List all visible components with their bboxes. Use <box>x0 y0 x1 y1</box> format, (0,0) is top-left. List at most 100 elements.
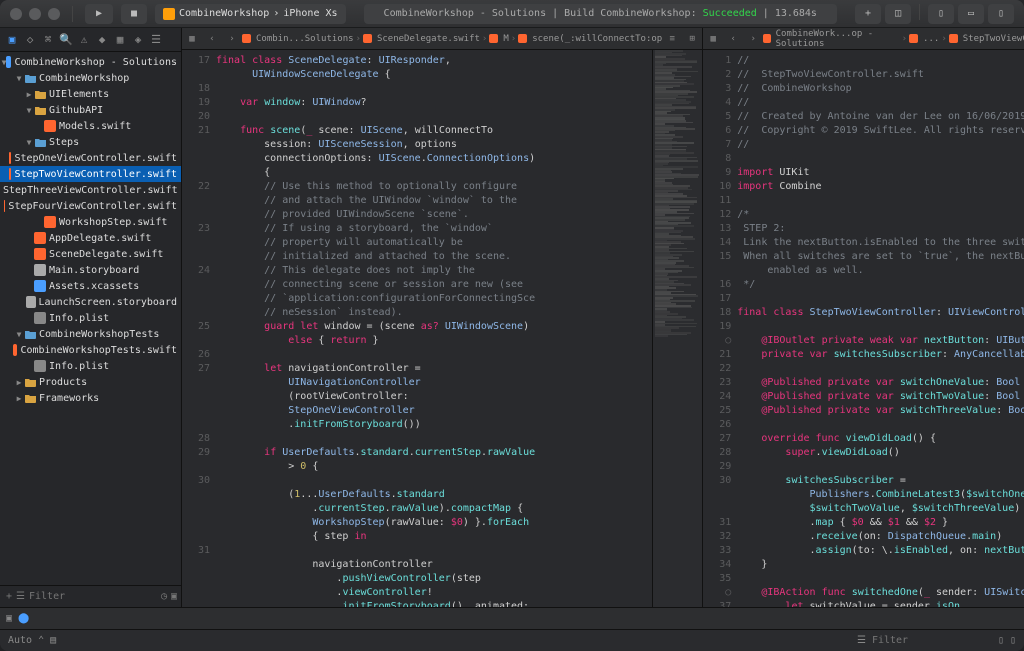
tree-row[interactable]: ▼GithubAPI <box>0 102 181 118</box>
tree-row[interactable]: StepOneViewController.swift <box>0 150 181 166</box>
tree-label: Models.swift <box>59 121 131 132</box>
find-nav-tab[interactable]: 🔍 <box>58 32 74 48</box>
tree-row[interactable]: ▼CombineWorkshop - Solutions <box>0 54 181 70</box>
tree-row[interactable]: Info.plist <box>0 358 181 374</box>
jumpbar-left[interactable]: ▦ ‹ › Combin...Solutions›SceneDelegate.s… <box>182 28 702 50</box>
symbol-nav-tab[interactable]: ⌘ <box>40 32 56 48</box>
breakpoint-nav-tab[interactable]: ◈ <box>130 32 146 48</box>
editor-area: ▦ ‹ › Combin...Solutions›SceneDelegate.s… <box>182 28 1024 607</box>
minimize-window[interactable] <box>29 8 41 20</box>
breakpoint-toggle[interactable]: ⬤ <box>18 613 29 624</box>
related-items[interactable]: ▦ <box>703 34 723 44</box>
tree-label: SceneDelegate.swift <box>49 249 163 260</box>
debug-nav-tab[interactable]: ▦ <box>112 32 128 48</box>
console-filter-input[interactable] <box>872 635 992 646</box>
auto-label[interactable]: Auto <box>8 635 32 646</box>
related-items[interactable]: ▦ <box>182 34 202 44</box>
issue-nav-tab[interactable]: ⚠ <box>76 32 92 48</box>
source-control-nav-tab[interactable]: ◇ <box>22 32 38 48</box>
tree-row[interactable]: Info.plist <box>0 310 181 326</box>
editor-options[interactable]: ≡ <box>662 34 682 44</box>
titlebar: ▶ ■ CombineWorkshop › iPhone Xs CombineW… <box>0 0 1024 28</box>
tree-row[interactable]: ▶Products <box>0 374 181 390</box>
navigator-panel: ▣ ◇ ⌘ 🔍 ⚠ ◆ ▦ ◈ ☰ ▼CombineWorkshop - Sol… <box>0 28 182 607</box>
clear-button[interactable]: ▯ <box>998 635 1004 646</box>
tree-row[interactable]: ▼CombineWorkshop <box>0 70 181 86</box>
tree-label: UIElements <box>49 89 109 100</box>
jumpbar-segment[interactable]: StepTwoViewController.swift <box>949 34 1024 44</box>
toggle-navigator[interactable]: ▯ <box>928 4 954 24</box>
tree-row[interactable]: ▶UIElements <box>0 86 181 102</box>
jumpbar-segment[interactable]: CombineWork...op - Solutions <box>763 29 899 49</box>
back-button[interactable]: ‹ <box>202 34 222 44</box>
tree-row[interactable]: StepFourViewController.swift <box>0 198 181 214</box>
jumpbar-segment[interactable]: ... <box>909 34 939 44</box>
tree-row[interactable]: ▼Steps <box>0 134 181 150</box>
debug-toggle-icon[interactable]: ▣ <box>6 613 12 624</box>
line-gutter[interactable]: 1 2 3 4 5 6 7 8 9 10 11 12 13 14 15 16 1… <box>703 50 737 607</box>
project-tree[interactable]: ▼CombineWorkshop - Solutions▼CombineWork… <box>0 52 181 585</box>
minimap[interactable] <box>652 50 702 607</box>
tree-row[interactable]: ▼CombineWorkshopTests <box>0 326 181 342</box>
jumpbar-segment[interactable]: Combin...Solutions <box>242 34 354 44</box>
toolbar-right: + ◫ ▯ ▭ ▯ <box>855 4 1014 24</box>
jumpbar-segment[interactable]: M <box>489 34 508 44</box>
tree-row[interactable]: StepThreeViewController.swift <box>0 182 181 198</box>
jumpbar-path[interactable]: Combin...Solutions›SceneDelegate.swift›M… <box>242 34 662 44</box>
tree-row[interactable]: CombineWorkshopTests.swift <box>0 342 181 358</box>
jumpbar-segment[interactable]: scene(_:willConnectTo:options:) <box>518 34 662 44</box>
console-toggle[interactable]: ▯ <box>1010 635 1016 646</box>
tree-row[interactable]: StepTwoViewController.swift <box>0 166 181 182</box>
scheme-selector[interactable]: CombineWorkshop › iPhone Xs <box>155 4 346 24</box>
project-nav-tab[interactable]: ▣ <box>4 32 20 48</box>
line-gutter[interactable]: 17 18 19 20 21 22 23 24 25 26 27 28 29 3… <box>182 50 216 607</box>
forward-button[interactable]: › <box>743 34 763 44</box>
tree-row[interactable]: SceneDelegate.swift <box>0 246 181 262</box>
forward-button[interactable]: › <box>222 34 242 44</box>
add-editor-button[interactable]: + <box>855 4 881 24</box>
xcode-window: ▶ ■ CombineWorkshop › iPhone Xs CombineW… <box>0 0 1024 651</box>
tree-row[interactable]: ▶Frameworks <box>0 390 181 406</box>
editor-left: ▦ ‹ › Combin...Solutions›SceneDelegate.s… <box>182 28 703 607</box>
tree-row[interactable]: Models.swift <box>0 118 181 134</box>
jumpbar-right[interactable]: ▦ ‹ › CombineWork...op - Solutions›...›S… <box>703 28 1024 50</box>
toggle-inspector[interactable]: ▯ <box>988 4 1014 24</box>
app-icon <box>163 8 175 20</box>
zoom-window[interactable] <box>48 8 60 20</box>
recent-icon[interactable]: ◷ <box>161 591 167 602</box>
tree-label: GithubAPI <box>49 105 103 116</box>
back-button[interactable]: ‹ <box>723 34 743 44</box>
stop-button[interactable]: ■ <box>121 4 147 24</box>
jumpbar-segment[interactable]: SceneDelegate.swift <box>363 34 480 44</box>
close-window[interactable] <box>10 8 22 20</box>
add-target-button[interactable]: + <box>6 591 12 602</box>
run-button[interactable]: ▶ <box>85 4 113 24</box>
jumpbar-path[interactable]: CombineWork...op - Solutions›...›StepTwo… <box>763 29 1024 49</box>
tree-label: Main.storyboard <box>49 265 139 276</box>
tree-row[interactable]: WorkshopStep.swift <box>0 214 181 230</box>
stepper-icon[interactable]: ⌃ <box>38 635 44 646</box>
tree-label: StepThreeViewController.swift <box>3 185 178 196</box>
toggle-debug[interactable]: ▭ <box>958 4 984 24</box>
tree-label: StepFourViewController.swift <box>8 201 177 212</box>
add-editor[interactable]: ⊞ <box>682 34 702 44</box>
test-nav-tab[interactable]: ◆ <box>94 32 110 48</box>
filter-input[interactable] <box>29 591 157 602</box>
library-button[interactable]: ◫ <box>885 4 911 24</box>
status-action: Build CombineWorkshop: <box>564 8 696 19</box>
tree-label: CombineWorkshop - Solutions <box>14 57 177 68</box>
code-panel-left: 17 18 19 20 21 22 23 24 25 26 27 28 29 3… <box>182 50 702 607</box>
tree-row[interactable]: Main.storyboard <box>0 262 181 278</box>
tree-label: Assets.xcassets <box>49 281 139 292</box>
line-wrap-icon[interactable]: ▤ <box>50 635 56 646</box>
code-text[interactable]: final class SceneDelegate: UIResponder, … <box>216 50 652 607</box>
scm-icon[interactable]: ▣ <box>171 591 177 602</box>
tree-label: Frameworks <box>39 393 99 404</box>
tree-label: Info.plist <box>49 313 109 324</box>
tree-row[interactable]: AppDelegate.swift <box>0 230 181 246</box>
window-controls <box>10 8 60 20</box>
code-text[interactable]: // // StepTwoViewController.swift // Com… <box>737 50 1024 607</box>
tree-row[interactable]: LaunchScreen.storyboard <box>0 294 181 310</box>
report-nav-tab[interactable]: ☰ <box>148 32 164 48</box>
tree-row[interactable]: Assets.xcassets <box>0 278 181 294</box>
